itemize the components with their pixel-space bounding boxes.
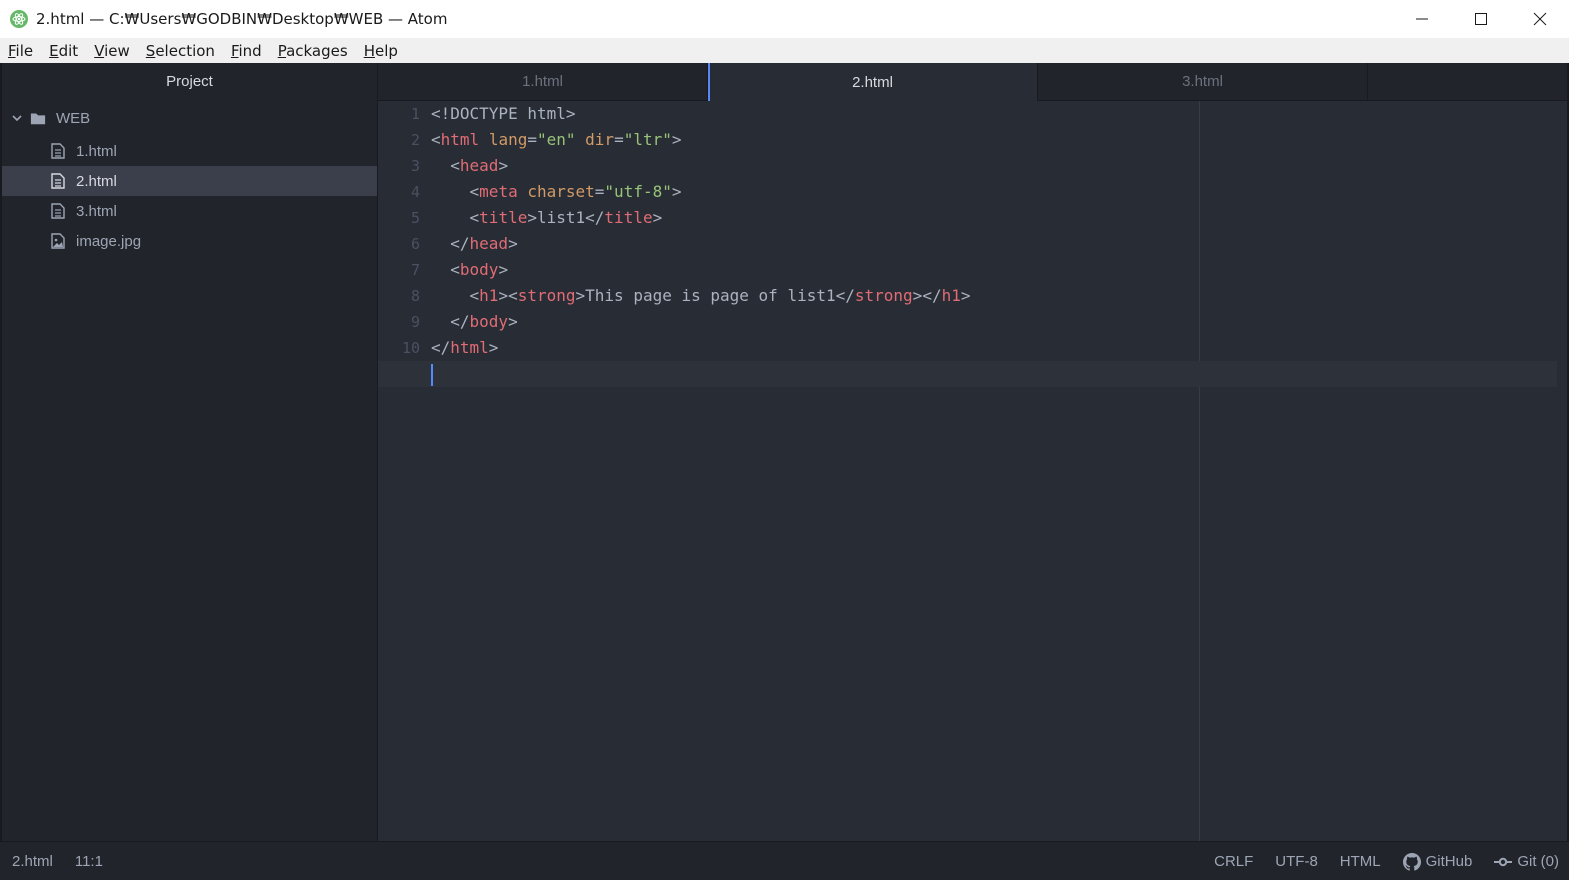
status-git-label: Git (0): [1517, 853, 1559, 870]
file-tree: WEB 1.html 2.html 3.html image.jpg: [2, 100, 377, 256]
menu-view[interactable]: View: [86, 42, 138, 60]
maximize-icon[interactable]: [1451, 0, 1510, 38]
line-number: 9: [410, 313, 420, 331]
menu-packages-label: ackages: [286, 41, 348, 60]
code-lines: <!DOCTYPE html> <html lang="en" dir="ltr…: [378, 101, 1567, 387]
window-title: 2.html — C:₩Users₩GODBIN₩Desktop₩WEB — A…: [36, 10, 448, 28]
menu-find-label: ind: [238, 41, 262, 60]
tab-bar: 1.html 2.html 3.html: [378, 63, 1569, 101]
tree-file-label: image.jpg: [76, 232, 142, 250]
menu-packages-mnemonic: P: [277, 41, 287, 60]
status-bar: 2.html 11:1 CRLF UTF-8 HTML GitHub Git (…: [0, 841, 1569, 880]
file-text-icon: [50, 203, 66, 219]
git-commit-icon: [1494, 857, 1513, 866]
line-number: 1: [410, 105, 420, 123]
status-cursor-position[interactable]: 11:1: [75, 853, 103, 870]
code-line: <meta charset="utf-8">: [469, 182, 682, 201]
atom-icon: [10, 10, 28, 28]
menu-help-label: elp: [374, 41, 398, 60]
menu-find[interactable]: Find: [223, 42, 270, 60]
window-controls: [1392, 0, 1569, 38]
menu-edit-label: dit: [58, 41, 79, 60]
tree-folder-web[interactable]: WEB: [2, 100, 377, 136]
line-number: 10: [401, 339, 420, 357]
menu-edit-mnemonic: E: [49, 41, 59, 60]
tree-file-label: 1.html: [76, 142, 117, 160]
line-number: 7: [410, 261, 420, 279]
line-number: 8: [410, 287, 420, 305]
status-grammar[interactable]: HTML: [1340, 853, 1381, 870]
status-github[interactable]: GitHub: [1402, 852, 1473, 871]
text-cursor: [431, 363, 433, 386]
menu-file-mnemonic: F: [8, 41, 16, 60]
code-line: <h1><strong>This page is page of list1</…: [469, 286, 971, 305]
file-text-icon: [50, 173, 66, 189]
folder-icon: [30, 110, 46, 126]
menu-view-label: iew: [104, 41, 130, 60]
line-number: 2: [410, 131, 420, 149]
menu-packages[interactable]: Packages: [270, 42, 356, 60]
project-panel-title[interactable]: Project: [2, 63, 377, 100]
code-line: <title>list1</title>: [469, 208, 663, 227]
code-line: <body>: [450, 260, 509, 279]
code-line: <head>: [450, 156, 509, 175]
code-line-current: [378, 361, 1557, 387]
status-git[interactable]: Git (0): [1494, 853, 1559, 870]
file-image-icon: [50, 233, 66, 249]
menu-bar: File Edit View Selection Find Packages H…: [0, 38, 1569, 63]
code-editor[interactable]: 1 2 3 4 5 6 7 8 9 10 11 <!DOCTYPE html> …: [378, 101, 1567, 841]
minimize-icon[interactable]: [1392, 0, 1451, 38]
code-line: <!DOCTYPE html>: [431, 104, 576, 123]
status-github-label: GitHub: [1425, 853, 1473, 870]
tab-1-html[interactable]: 1.html: [378, 63, 708, 100]
menu-help[interactable]: Help: [356, 42, 406, 60]
tree-file-1-html[interactable]: 1.html: [2, 136, 377, 166]
menu-selection-label: election: [155, 41, 215, 60]
code-line: </body>: [450, 312, 518, 331]
menu-file[interactable]: File: [0, 42, 41, 60]
project-tree-panel: Project WEB 1.html 2.html 3.html image.j…: [0, 63, 378, 841]
title-bar: 2.html — C:₩Users₩GODBIN₩Desktop₩WEB — A…: [0, 0, 1569, 38]
menu-view-mnemonic: V: [94, 41, 105, 60]
github-icon: [1402, 852, 1421, 871]
menu-help-mnemonic: H: [363, 41, 375, 60]
menu-file-label: ile: [15, 41, 34, 60]
code-line: </html>: [431, 338, 499, 357]
status-file-path[interactable]: 2.html: [12, 853, 53, 870]
tab-3-html[interactable]: 3.html: [1038, 63, 1368, 100]
line-number: 3: [410, 157, 420, 175]
folder-label: WEB: [56, 109, 91, 127]
line-number: 6: [410, 235, 420, 253]
menu-selection[interactable]: Selection: [138, 42, 223, 60]
tree-file-label: 2.html: [76, 172, 117, 190]
menu-selection-mnemonic: S: [145, 41, 156, 60]
tree-file-2-html[interactable]: 2.html: [2, 166, 377, 196]
close-icon[interactable]: [1510, 0, 1569, 38]
status-encoding[interactable]: UTF-8: [1275, 853, 1318, 870]
chevron-down-icon: [12, 115, 22, 122]
code-line: <html lang="en" dir="ltr">: [431, 130, 682, 149]
tree-file-image-jpg[interactable]: image.jpg: [2, 226, 377, 256]
tree-file-label: 3.html: [76, 202, 117, 220]
file-text-icon: [50, 143, 66, 159]
line-number: 4: [410, 183, 420, 201]
tree-file-3-html[interactable]: 3.html: [2, 196, 377, 226]
line-number-gutter: 1 2 3 4 5 6 7 8 9 10 11: [378, 101, 420, 387]
menu-edit[interactable]: Edit: [41, 42, 86, 60]
line-number: 5: [410, 209, 420, 227]
code-line: </head>: [450, 234, 518, 253]
status-line-ending[interactable]: CRLF: [1214, 853, 1253, 870]
tab-2-html[interactable]: 2.html: [708, 63, 1038, 101]
